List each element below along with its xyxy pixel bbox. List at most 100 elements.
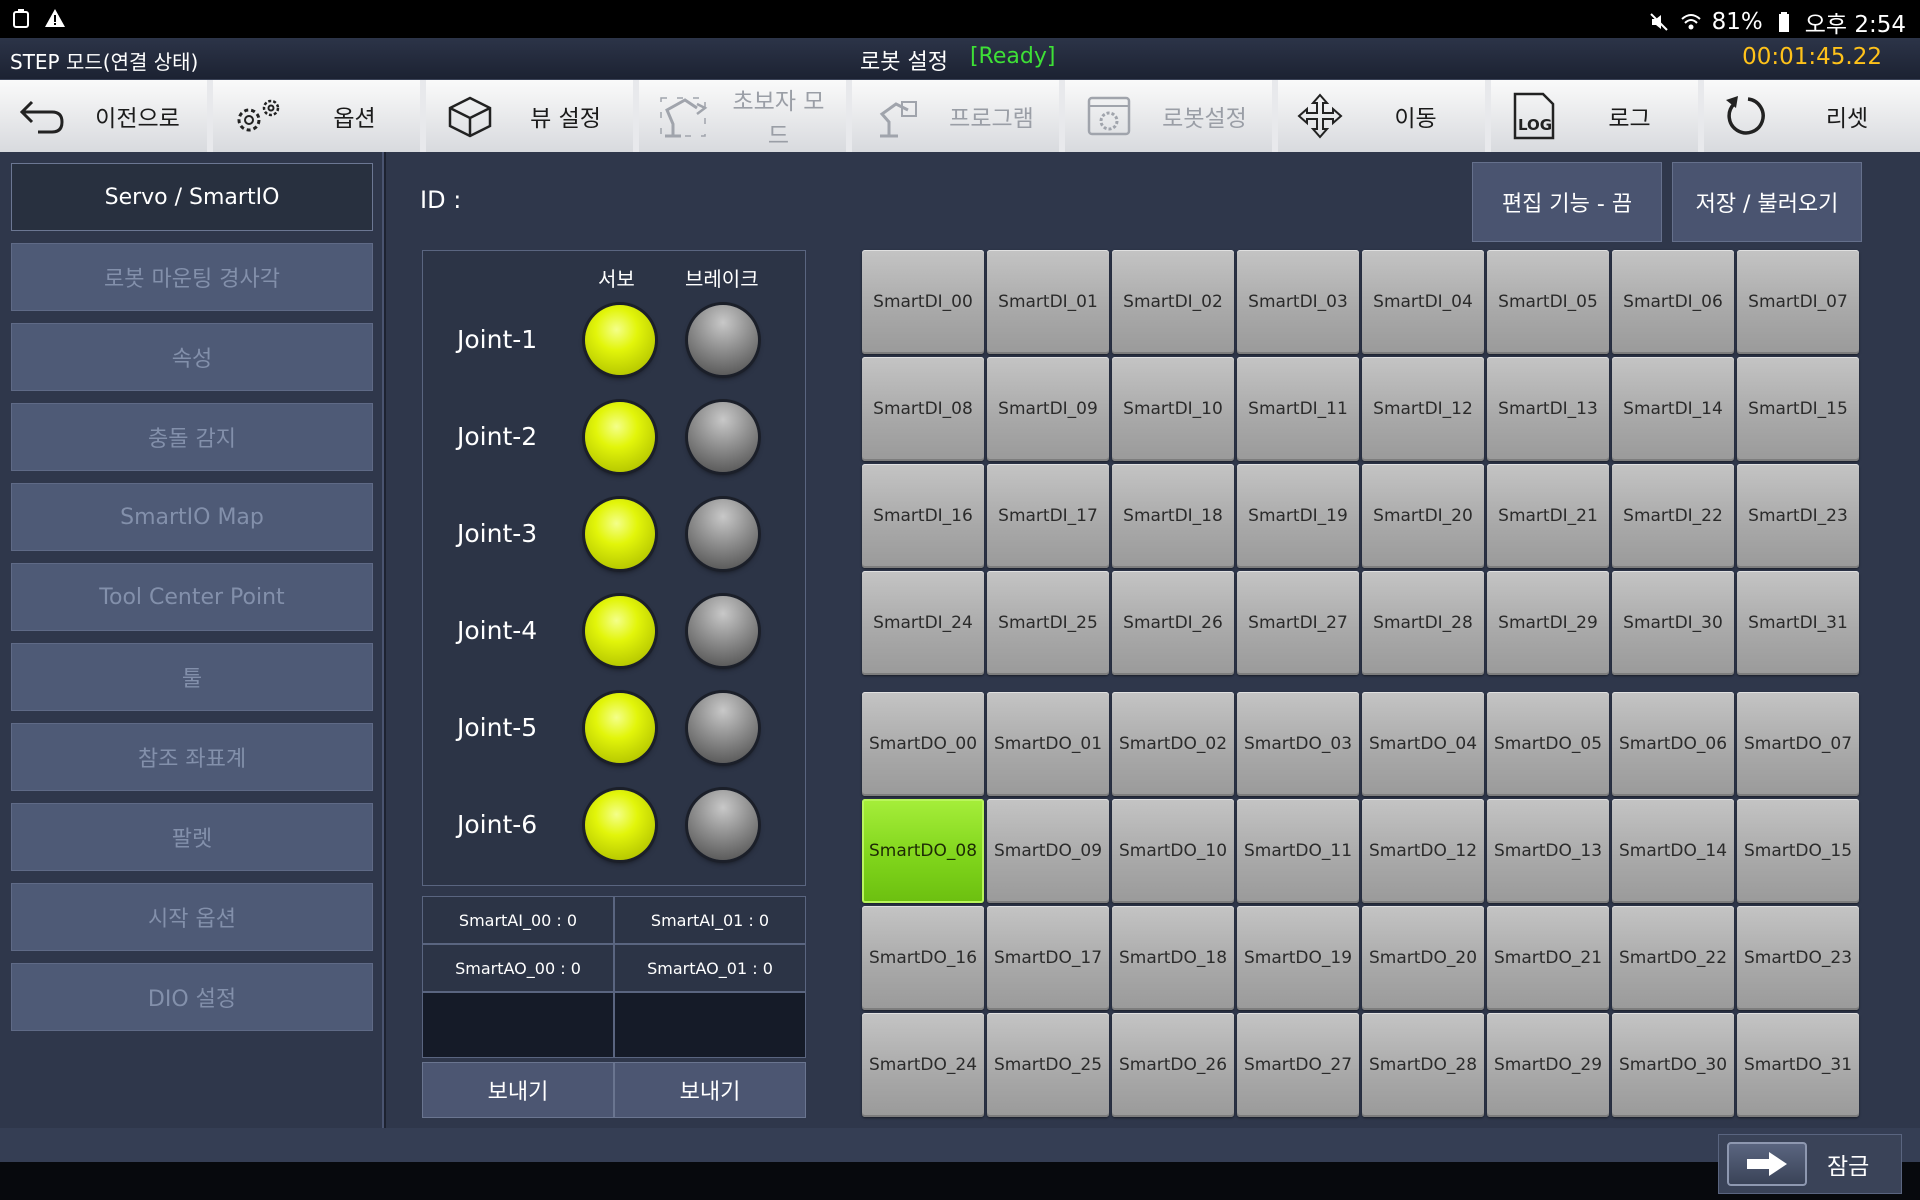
sidebar-item-reference-frame[interactable]: 참조 좌표계	[11, 723, 373, 791]
digital-output-button[interactable]: SmartDO_28	[1362, 1013, 1484, 1117]
digital-input-button[interactable]: SmartDI_01	[987, 250, 1109, 354]
digital-output-button[interactable]: SmartDO_01	[987, 692, 1109, 796]
servo-indicator[interactable]	[585, 596, 655, 666]
program-button[interactable]: 프로그램	[852, 80, 1065, 152]
edit-mode-button[interactable]: 편집 기능 - 끔	[1472, 162, 1662, 242]
digital-input-button[interactable]: SmartDI_03	[1237, 250, 1359, 354]
send-button[interactable]: 보내기	[422, 1062, 614, 1118]
digital-input-button[interactable]: SmartDI_04	[1362, 250, 1484, 354]
digital-input-button[interactable]: SmartDI_14	[1612, 357, 1734, 461]
digital-output-button[interactable]: SmartDO_24	[862, 1013, 984, 1117]
brake-indicator[interactable]	[688, 305, 758, 375]
digital-output-button[interactable]: SmartDO_21	[1487, 906, 1609, 1010]
digital-input-button[interactable]: SmartDI_00	[862, 250, 984, 354]
digital-output-button[interactable]: SmartDO_03	[1237, 692, 1359, 796]
brake-indicator[interactable]	[688, 402, 758, 472]
sidebar-item-dio-settings[interactable]: DIO 설정	[11, 963, 373, 1031]
digital-input-button[interactable]: SmartDI_26	[1112, 571, 1234, 675]
view-settings-button[interactable]: 뷰 설정	[426, 80, 639, 152]
digital-output-button[interactable]: SmartDO_13	[1487, 799, 1609, 903]
digital-output-button[interactable]: SmartDO_23	[1737, 906, 1859, 1010]
sidebar-item-properties[interactable]: 속성	[11, 323, 373, 391]
brake-indicator[interactable]	[688, 499, 758, 569]
digital-input-button[interactable]: SmartDI_21	[1487, 464, 1609, 568]
digital-output-button[interactable]: SmartDO_16	[862, 906, 984, 1010]
servo-indicator[interactable]	[585, 402, 655, 472]
digital-input-button[interactable]: SmartDI_22	[1612, 464, 1734, 568]
digital-input-button[interactable]: SmartDI_15	[1737, 357, 1859, 461]
servo-indicator[interactable]	[585, 499, 655, 569]
robot-settings-button[interactable]: 로봇설정	[1065, 80, 1278, 152]
digital-output-button[interactable]: SmartDO_31	[1737, 1013, 1859, 1117]
digital-output-button[interactable]: SmartDO_18	[1112, 906, 1234, 1010]
log-button[interactable]: LOG 로그	[1491, 80, 1704, 152]
digital-output-button[interactable]: SmartDO_26	[1112, 1013, 1234, 1117]
digital-input-button[interactable]: SmartDI_31	[1737, 571, 1859, 675]
digital-input-button[interactable]: SmartDI_16	[862, 464, 984, 568]
digital-output-button[interactable]: SmartDO_14	[1612, 799, 1734, 903]
digital-input-button[interactable]: SmartDI_05	[1487, 250, 1609, 354]
digital-input-button[interactable]: SmartDI_29	[1487, 571, 1609, 675]
digital-output-button[interactable]: SmartDO_19	[1237, 906, 1359, 1010]
digital-input-button[interactable]: SmartDI_24	[862, 571, 984, 675]
send-button[interactable]: 보내기	[614, 1062, 806, 1118]
digital-output-button[interactable]: SmartDO_09	[987, 799, 1109, 903]
servo-indicator[interactable]	[585, 693, 655, 763]
sidebar-item-servo-smartio[interactable]: Servo / SmartIO	[11, 163, 373, 231]
digital-output-button[interactable]: SmartDO_25	[987, 1013, 1109, 1117]
digital-input-button[interactable]: SmartDI_30	[1612, 571, 1734, 675]
digital-input-button[interactable]: SmartDI_28	[1362, 571, 1484, 675]
digital-output-button[interactable]: SmartDO_29	[1487, 1013, 1609, 1117]
digital-input-button[interactable]: SmartDI_02	[1112, 250, 1234, 354]
servo-indicator[interactable]	[585, 305, 655, 375]
digital-input-button[interactable]: SmartDI_12	[1362, 357, 1484, 461]
digital-input-button[interactable]: SmartDI_17	[987, 464, 1109, 568]
digital-input-button[interactable]: SmartDI_25	[987, 571, 1109, 675]
digital-input-button[interactable]: SmartDI_10	[1112, 357, 1234, 461]
digital-input-button[interactable]: SmartDI_23	[1737, 464, 1859, 568]
options-button[interactable]: 옵션	[213, 80, 426, 152]
analog-output-input[interactable]	[614, 992, 806, 1058]
digital-input-button[interactable]: SmartDI_18	[1112, 464, 1234, 568]
digital-input-button[interactable]: SmartDI_11	[1237, 357, 1359, 461]
digital-input-button[interactable]: SmartDI_20	[1362, 464, 1484, 568]
digital-input-button[interactable]: SmartDI_27	[1237, 571, 1359, 675]
digital-output-button[interactable]: SmartDO_07	[1737, 692, 1859, 796]
move-button[interactable]: 이동	[1278, 80, 1491, 152]
servo-indicator[interactable]	[585, 790, 655, 860]
sidebar-item-tool[interactable]: 툴	[11, 643, 373, 711]
digital-input-button[interactable]: SmartDI_13	[1487, 357, 1609, 461]
digital-input-button[interactable]: SmartDI_07	[1737, 250, 1859, 354]
digital-output-button[interactable]: SmartDO_30	[1612, 1013, 1734, 1117]
sidebar-item-pallet[interactable]: 팔렛	[11, 803, 373, 871]
digital-output-button[interactable]: SmartDO_00	[862, 692, 984, 796]
digital-output-button[interactable]: SmartDO_11	[1237, 799, 1359, 903]
digital-output-button[interactable]: SmartDO_04	[1362, 692, 1484, 796]
beginner-mode-button[interactable]: 초보자 모드	[639, 80, 852, 152]
digital-output-button[interactable]: SmartDO_02	[1112, 692, 1234, 796]
lock-button[interactable]: 잠금	[1718, 1134, 1902, 1194]
digital-input-button[interactable]: SmartDI_09	[987, 357, 1109, 461]
digital-output-button[interactable]: SmartDO_17	[987, 906, 1109, 1010]
digital-input-button[interactable]: SmartDI_06	[1612, 250, 1734, 354]
digital-output-button[interactable]: SmartDO_20	[1362, 906, 1484, 1010]
digital-output-button[interactable]: SmartDO_10	[1112, 799, 1234, 903]
digital-input-button[interactable]: SmartDI_08	[862, 357, 984, 461]
digital-output-button[interactable]: SmartDO_12	[1362, 799, 1484, 903]
digital-output-button[interactable]: SmartDO_22	[1612, 906, 1734, 1010]
digital-output-button[interactable]: SmartDO_15	[1737, 799, 1859, 903]
save-load-button[interactable]: 저장 / 불러오기	[1672, 162, 1862, 242]
reset-button[interactable]: 리셋	[1704, 80, 1920, 152]
brake-indicator[interactable]	[688, 790, 758, 860]
digital-output-button[interactable]: SmartDO_27	[1237, 1013, 1359, 1117]
digital-input-button[interactable]: SmartDI_19	[1237, 464, 1359, 568]
sidebar-item-collision-detection[interactable]: 충돌 감지	[11, 403, 373, 471]
sidebar-item-smartio-map[interactable]: SmartIO Map	[11, 483, 373, 551]
digital-output-button[interactable]: SmartDO_06	[1612, 692, 1734, 796]
sidebar-item-tool-center-point[interactable]: Tool Center Point	[11, 563, 373, 631]
digital-output-button[interactable]: SmartDO_05	[1487, 692, 1609, 796]
digital-output-button[interactable]: SmartDO_08	[862, 799, 984, 903]
analog-output-input[interactable]	[422, 992, 614, 1058]
sidebar-item-mounting-angle[interactable]: 로봇 마운팅 경사각	[11, 243, 373, 311]
brake-indicator[interactable]	[688, 596, 758, 666]
